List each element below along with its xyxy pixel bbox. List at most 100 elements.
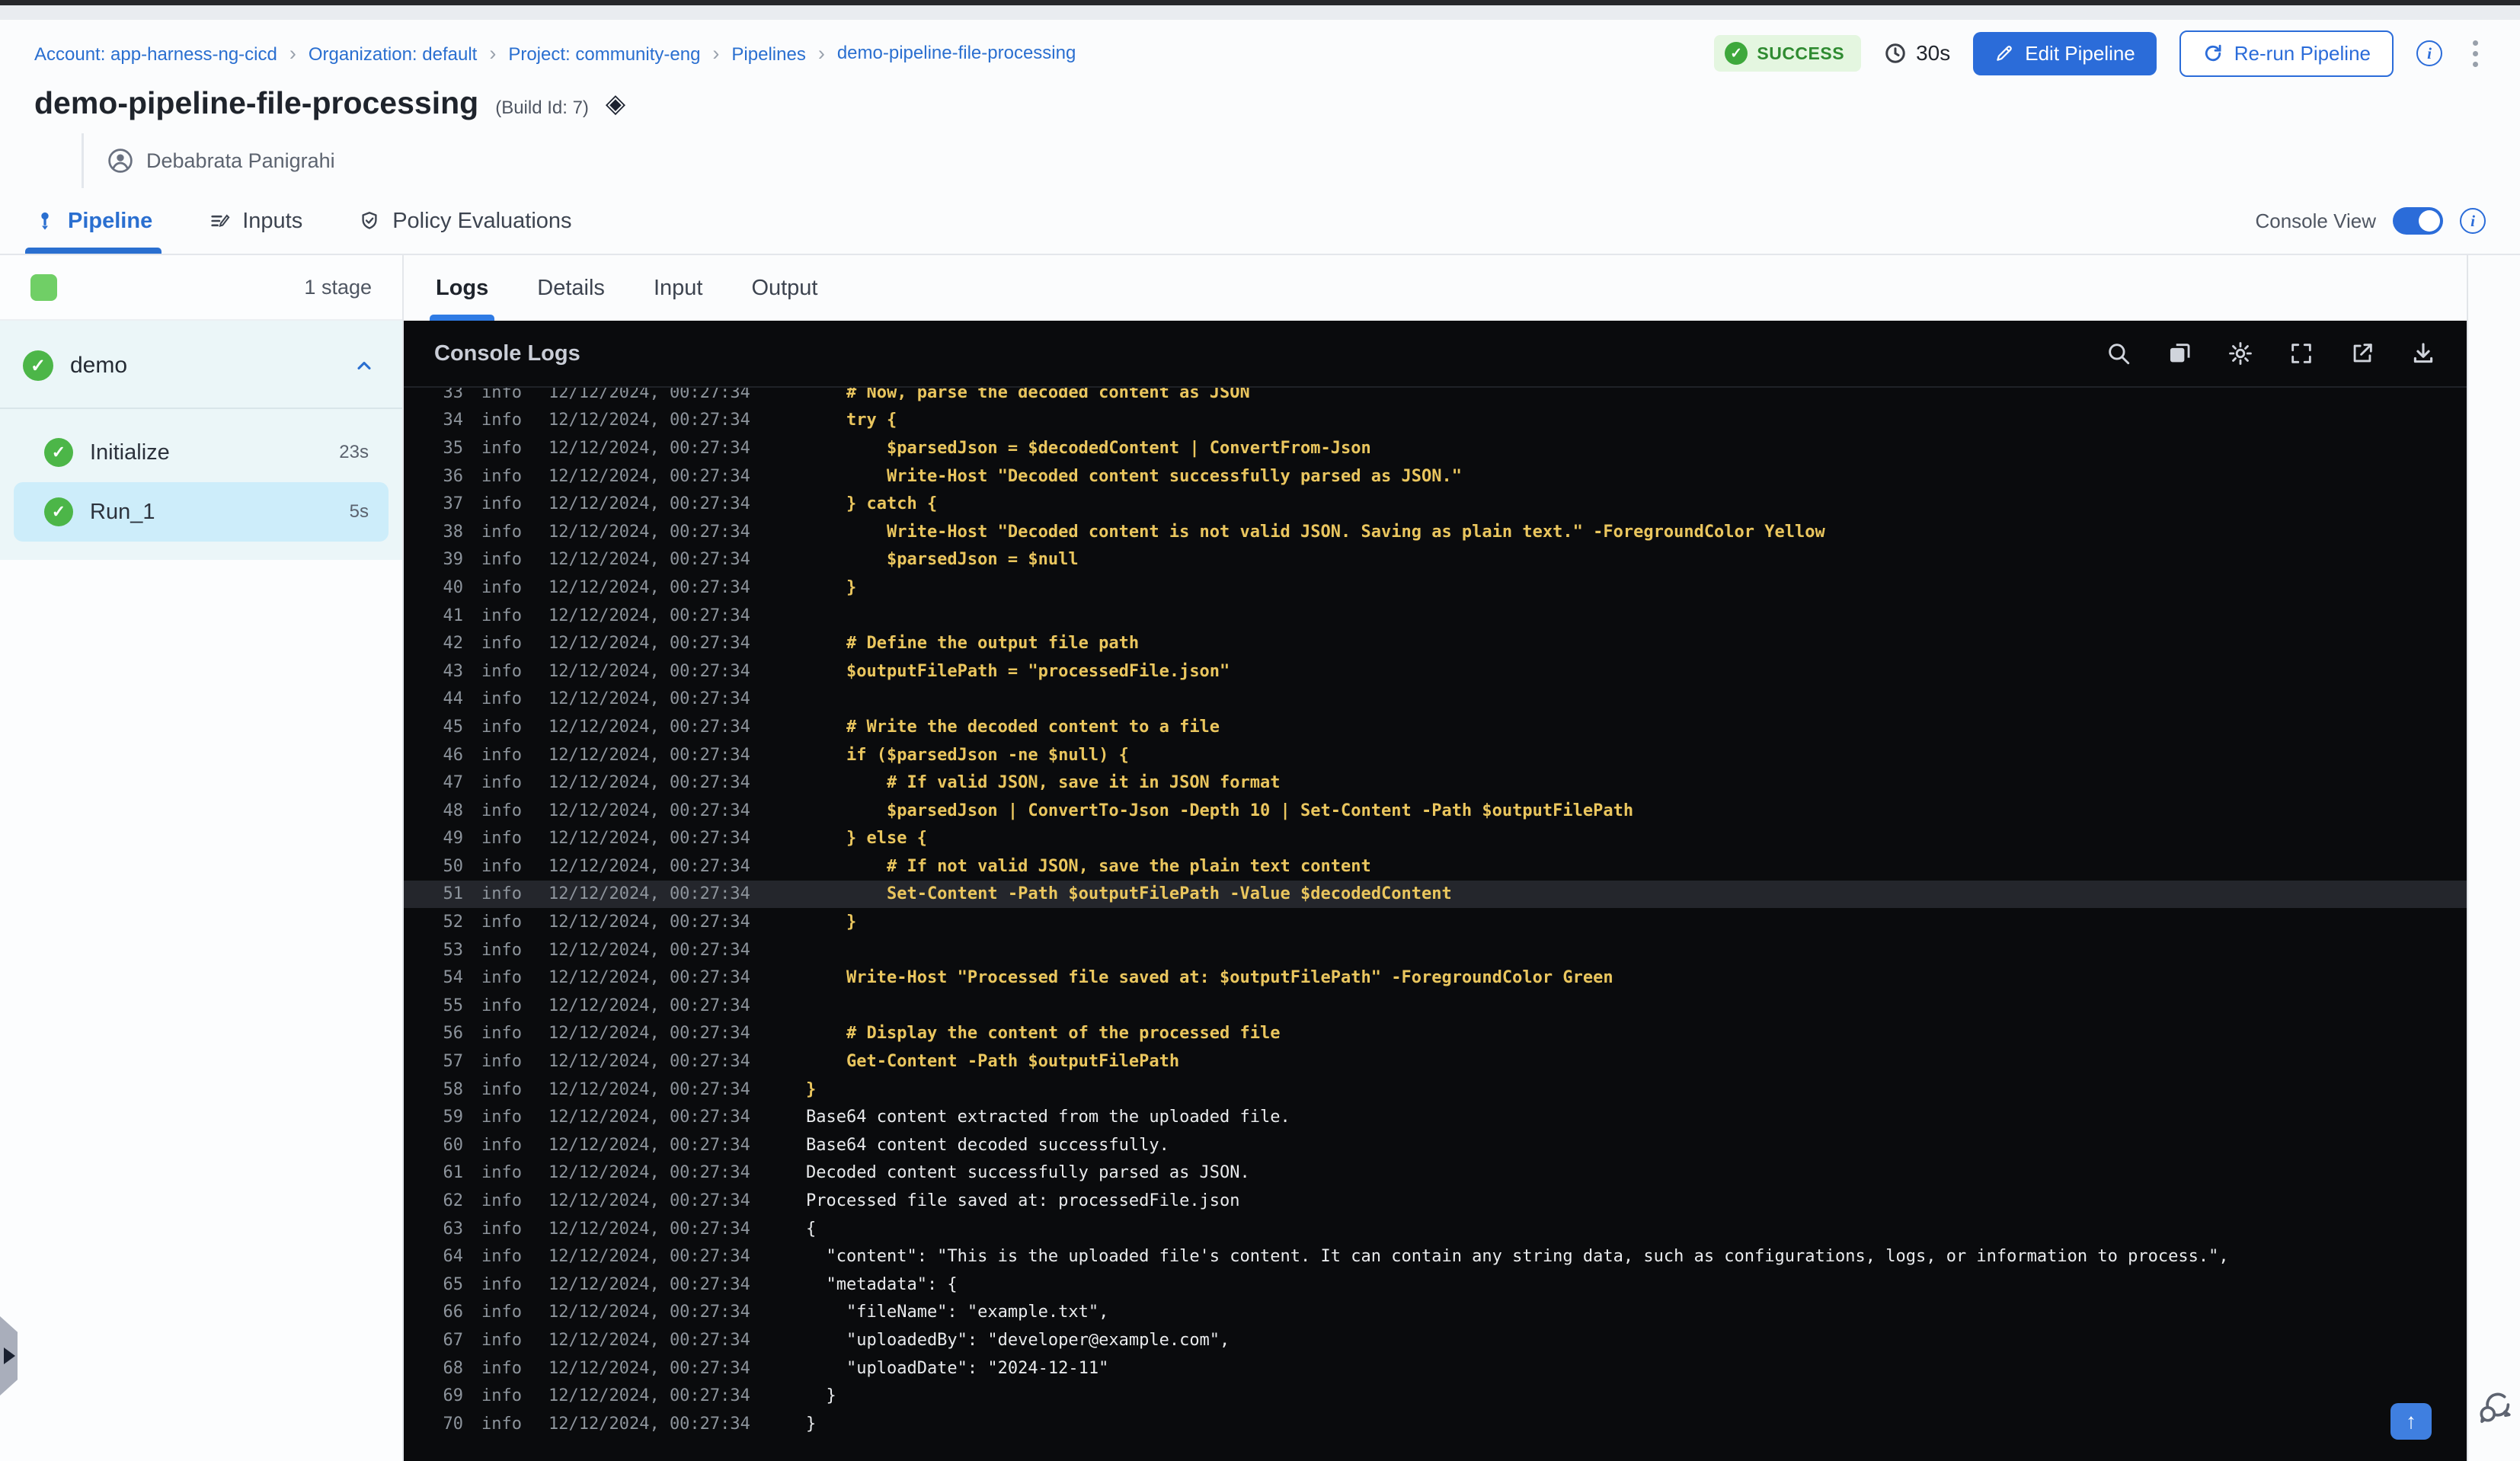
log-tab-logs[interactable]: Logs	[429, 255, 495, 321]
search-icon[interactable]	[2106, 340, 2131, 366]
tab-inputs[interactable]: Inputs	[209, 188, 302, 254]
log-level: info	[481, 745, 522, 765]
status-badge: ✓ SUCCESS	[1714, 35, 1862, 72]
divider	[0, 408, 402, 409]
log-timestamp: 12/12/2024, 00:27:34	[548, 689, 750, 709]
log-timestamp: 12/12/2024, 00:27:34	[548, 801, 750, 820]
log-timestamp: 12/12/2024, 00:27:34	[548, 634, 750, 654]
log-message: "metadata": {	[806, 1274, 958, 1294]
log-line-number: 68	[443, 1358, 464, 1378]
rerun-pipeline-button[interactable]: Re-run Pipeline	[2179, 30, 2394, 77]
log-row: 42 info 12/12/2024, 00:27:34 # Define the …	[404, 629, 2467, 657]
rerun-info-icon[interactable]: i	[2416, 40, 2442, 66]
log-tab-output[interactable]: Output	[751, 255, 817, 321]
open-in-new-icon[interactable]	[2349, 340, 2375, 366]
header-actions: ✓ SUCCESS 30s Edit Pipeline Re-run Pipel…	[1714, 30, 2486, 77]
log-timestamp: 12/12/2024, 00:27:34	[548, 1024, 750, 1044]
breadcrumb-item[interactable]: demo-pipeline-file-processing	[837, 43, 1076, 64]
breadcrumb-item[interactable]: Organization: default	[309, 42, 496, 66]
console-view-toggle[interactable]	[2393, 207, 2443, 235]
fullscreen-icon[interactable]	[2288, 340, 2314, 366]
log-line-number: 41	[443, 606, 464, 625]
breadcrumb-item[interactable]: Account: app-harness-ng-cicd	[34, 42, 296, 66]
log-message: # If valid JSON, save it in JSON format	[806, 773, 1281, 793]
log-line-number: 50	[443, 856, 464, 876]
console-view-info-icon[interactable]: i	[2460, 208, 2486, 234]
log-level: info	[481, 884, 522, 904]
download-icon[interactable]	[2410, 340, 2436, 366]
log-message: Get-Content -Path $outputFilePath	[806, 1052, 1180, 1072]
log-timestamp: 12/12/2024, 00:27:34	[548, 1163, 750, 1183]
log-level: info	[481, 494, 522, 514]
log-level: info	[481, 1052, 522, 1072]
edit-pipeline-label: Edit Pipeline	[2025, 41, 2135, 65]
step-run_1[interactable]: ✓ Run_1 5s	[14, 482, 389, 542]
log-message: # Display the content of the processed f…	[806, 1024, 1281, 1044]
log-message: "fileName": "example.txt",	[806, 1303, 1109, 1322]
log-level: info	[481, 1274, 522, 1294]
log-level: info	[481, 1191, 522, 1211]
log-line-number: 57	[443, 1052, 464, 1072]
log-timestamp: 12/12/2024, 00:27:34	[548, 940, 750, 960]
duration: 30s	[1884, 41, 1950, 66]
scroll-to-top-button[interactable]: ↑	[2390, 1403, 2432, 1440]
log-line-number: 55	[443, 996, 464, 1015]
chevron-up-icon[interactable]	[353, 355, 375, 376]
log-level: info	[481, 1219, 522, 1239]
log-timestamp: 12/12/2024, 00:27:34	[548, 1108, 750, 1127]
log-message: # Write the decoded content to a file	[806, 717, 1220, 737]
step-label: Run_1	[90, 499, 155, 524]
stage-group-label: demo	[70, 353, 128, 378]
log-level: info	[481, 661, 522, 681]
log-tab-details[interactable]: Details	[537, 255, 605, 321]
log-level: info	[481, 1303, 522, 1322]
breadcrumb-item[interactable]: Pipelines	[731, 42, 824, 66]
log-row: 63 info 12/12/2024, 00:27:34 {	[404, 1215, 2467, 1243]
step-initialize[interactable]: ✓ Initialize 23s	[14, 423, 389, 482]
log-message: "content": "This is the uploaded file's …	[806, 1247, 2229, 1267]
log-row: 48 info 12/12/2024, 00:27:34 $parsedJson |…	[404, 797, 2467, 825]
log-level: info	[481, 856, 522, 876]
log-message: {	[806, 1219, 817, 1239]
governance-diamond-icon[interactable]: ◈	[606, 88, 625, 119]
log-timestamp: 12/12/2024, 00:27:34	[548, 1303, 750, 1322]
stage-group-demo: ✓ demo ✓ Initialize 23s ✓ Run_1 5s	[0, 321, 402, 560]
log-timestamp: 12/12/2024, 00:27:34	[548, 1219, 750, 1239]
log-row: 49 info 12/12/2024, 00:27:34 } else {	[404, 825, 2467, 853]
log-timestamp: 12/12/2024, 00:27:34	[548, 913, 750, 932]
log-level: info	[481, 550, 522, 570]
log-tabs: Logs Details Input Output	[404, 255, 2467, 321]
edit-pipeline-button[interactable]: Edit Pipeline	[1973, 31, 2157, 75]
log-timestamp: 12/12/2024, 00:27:34	[548, 661, 750, 681]
log-line-number: 40	[443, 577, 464, 597]
log-message: }	[806, 577, 857, 597]
log-row: 68 info 12/12/2024, 00:27:34 "uploadDate":…	[404, 1354, 2467, 1383]
log-line-number: 38	[443, 522, 464, 542]
log-level: info	[481, 1024, 522, 1044]
log-row: 57 info 12/12/2024, 00:27:34 Get-Content -…	[404, 1047, 2467, 1076]
console-header: Console Logs	[404, 321, 2467, 388]
more-options-menu[interactable]	[2465, 36, 2486, 72]
log-timestamp: 12/12/2024, 00:27:34	[548, 1386, 750, 1406]
step-label: Initialize	[90, 440, 170, 465]
pencil-icon	[1997, 46, 2012, 61]
log-message: }	[806, 1414, 817, 1434]
log-level: info	[481, 913, 522, 932]
tab-pipeline[interactable]: Pipeline	[24, 188, 162, 254]
breadcrumb-item[interactable]: Project: community-eng	[508, 42, 719, 66]
copy-icon[interactable]	[2167, 340, 2192, 366]
resource-center-chat-icon[interactable]	[2474, 1388, 2514, 1427]
log-timestamp: 12/12/2024, 00:27:34	[548, 388, 750, 402]
tab-policy-evaluations[interactable]: Policy Evaluations	[359, 188, 572, 254]
log-line-number: 69	[443, 1386, 464, 1406]
log-line-number: 66	[443, 1303, 464, 1322]
log-message: $outputFilePath = "processedFile.json"	[806, 661, 1230, 681]
log-area[interactable]: 33 info 12/12/2024, 00:27:34 # Now, parse …	[404, 388, 2467, 1461]
stage-group-header[interactable]: ✓ demo	[0, 336, 402, 395]
log-line-number: 54	[443, 968, 464, 988]
log-line-number: 46	[443, 745, 464, 765]
log-tab-input[interactable]: Input	[654, 255, 703, 321]
log-row: 41 info 12/12/2024, 00:27:34	[404, 602, 2467, 630]
settings-gear-icon[interactable]	[2227, 340, 2253, 366]
log-timestamp: 12/12/2024, 00:27:34	[548, 411, 750, 430]
